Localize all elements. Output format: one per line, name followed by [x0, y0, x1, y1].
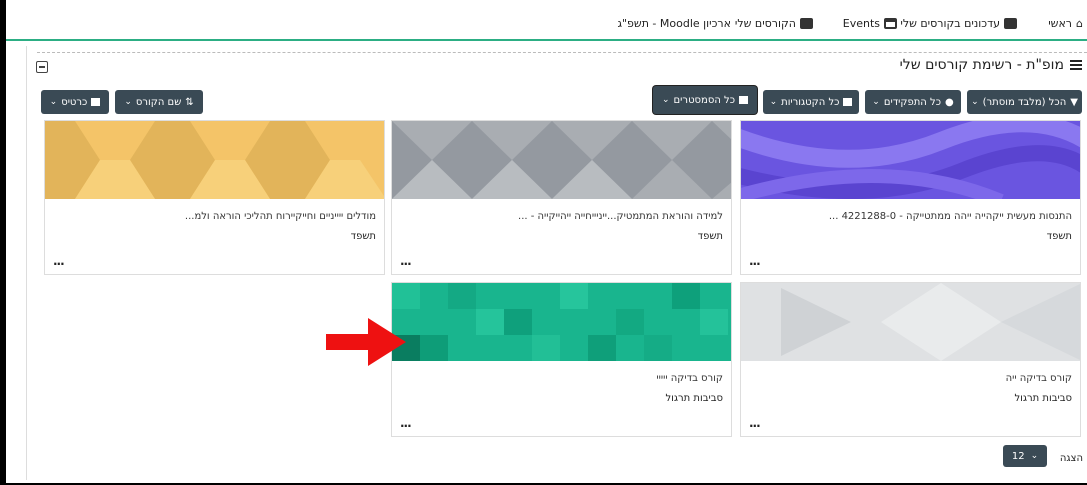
nav-archive-label: ארכיון Moodle - תשפ"ג	[617, 17, 731, 30]
paging-label: הצגה	[1059, 453, 1083, 464]
chevron-down-icon: ⌄	[124, 97, 132, 107]
view-button[interactable]: כרטיס ⌄	[41, 90, 109, 114]
course-name[interactable]: מודלים ייייניים וחייקיירוח תהליכי הוראה …	[185, 211, 376, 222]
nav-my-courses[interactable]: הקורסים שלי	[735, 17, 813, 30]
chevron-down-icon: ⌄	[769, 97, 778, 107]
course-image[interactable]	[741, 283, 1080, 361]
block-title: מופ"ת - רשימת קורסים שלי	[900, 57, 1082, 73]
more-actions-icon[interactable]: ...	[400, 254, 412, 268]
dashed-divider	[37, 52, 1087, 53]
filter-roles-label: כל התפקידים	[883, 96, 941, 108]
grid-icon	[91, 98, 101, 106]
paging-value: 12	[1011, 450, 1025, 462]
filter-categories-button[interactable]: כל הקטגוריות ⌄	[763, 90, 859, 114]
course-category: תשפד	[350, 231, 376, 242]
chevron-down-icon: ⌄	[872, 97, 880, 107]
nav-my-courses-label: הקורסים שלי	[734, 17, 796, 30]
paging-select[interactable]: 12 ⌄	[1003, 445, 1047, 467]
nav-home-label: ראשי	[1048, 17, 1073, 30]
course-card[interactable]: קורס בדיקה ייה סביבות תרגול ...	[740, 282, 1081, 437]
filter-categories-label: כל הקטגוריות	[781, 96, 840, 108]
chevron-down-icon: ⌄	[662, 95, 670, 105]
filter-icon: ▼	[1070, 96, 1078, 108]
top-navbar: ⌂ ראשי עדכונים בקורסים שלי Events הקורסי…	[6, 6, 1087, 41]
course-card[interactable]: התנסות מעשית ייקהייה ייהה ממתטייקה - 422…	[740, 120, 1081, 275]
course-image[interactable]	[392, 121, 731, 199]
sort-button[interactable]: ⇅ שם הקורס ⌄	[115, 90, 203, 114]
dashboard-icon	[1004, 18, 1017, 29]
nav-home[interactable]: ⌂ ראשי	[1048, 17, 1083, 30]
more-actions-icon[interactable]: ...	[400, 416, 412, 430]
course-image[interactable]	[45, 121, 384, 199]
more-actions-icon[interactable]: ...	[749, 416, 761, 430]
sort-icon: ⇅	[185, 96, 194, 108]
filter-all-label: הכל (מלבד מוסתר)	[982, 96, 1067, 108]
course-name[interactable]: קורס בדיקה ייייי	[656, 373, 723, 384]
block-title-text: מופ"ת - רשימת קורסים שלי	[899, 57, 1064, 73]
course-name[interactable]: התנסות מעשית ייקהייה ייהה ממתטייקה - 422…	[829, 211, 1072, 222]
calendar-icon	[884, 18, 897, 29]
nav-events-label: Events	[842, 17, 880, 30]
home-icon: ⌂	[1076, 17, 1083, 30]
folder-icon	[843, 98, 853, 106]
user-icon: ●	[945, 96, 954, 108]
nav-events[interactable]: Events	[843, 17, 897, 30]
nav-course-updates-label: עדכונים בקורסים שלי	[900, 17, 1000, 30]
menu-icon[interactable]	[1070, 60, 1082, 70]
more-actions-icon[interactable]: ...	[53, 254, 65, 268]
chevron-down-icon: ⌄	[1030, 451, 1039, 461]
course-card[interactable]: קורס בדיקה ייייי סביבות תרגול ...	[391, 282, 732, 437]
briefcase-icon	[800, 18, 813, 29]
filter-semesters-button[interactable]: כל הסמסטרים ⌄	[653, 86, 757, 114]
course-category: תשפד	[1046, 231, 1072, 242]
course-category: סביבות תרגול	[1014, 393, 1072, 404]
course-card[interactable]: מודלים ייייניים וחייקיירוח תהליכי הוראה …	[44, 120, 385, 275]
browser-frame: ⌂ ראשי עדכונים בקורסים שלי Events הקורסי…	[6, 0, 1087, 483]
sort-label: שם הקורס	[135, 96, 182, 108]
course-list-block: מופ"ת - רשימת קורסים שלי ▼ הכל (מלבד מוס…	[26, 46, 1087, 480]
course-card[interactable]: למידה והוראת המתמטיק...ייניייחייה ייהייק…	[391, 120, 732, 275]
course-category: סביבות תרגול	[665, 393, 723, 404]
chevron-down-icon: ⌄	[971, 97, 979, 107]
view-label: כרטיס	[61, 96, 88, 108]
filter-all-button[interactable]: ▼ הכל (מלבד מוסתר) ⌄	[967, 90, 1082, 114]
course-image[interactable]	[392, 283, 731, 361]
filter-roles-button[interactable]: ● כל התפקידים ⌄	[865, 90, 961, 114]
nav-archive[interactable]: ארכיון Moodle - תשפ"ג	[617, 17, 731, 30]
more-actions-icon[interactable]: ...	[749, 254, 761, 268]
course-image[interactable]	[741, 121, 1080, 199]
calendar-icon	[739, 96, 749, 104]
course-name[interactable]: למידה והוראת המתמטיק...ייניייחייה ייהייק…	[518, 211, 723, 222]
course-name[interactable]: קורס בדיקה ייה	[1006, 373, 1072, 384]
collapse-icon[interactable]	[36, 61, 48, 73]
red-arrow-annotation	[326, 318, 406, 366]
course-category: תשפד	[697, 231, 723, 242]
chevron-down-icon: ⌄	[49, 97, 58, 107]
filter-semesters-label: כל הסמסטרים	[673, 94, 736, 106]
nav-course-updates[interactable]: עדכונים בקורסים שלי	[900, 17, 1017, 30]
